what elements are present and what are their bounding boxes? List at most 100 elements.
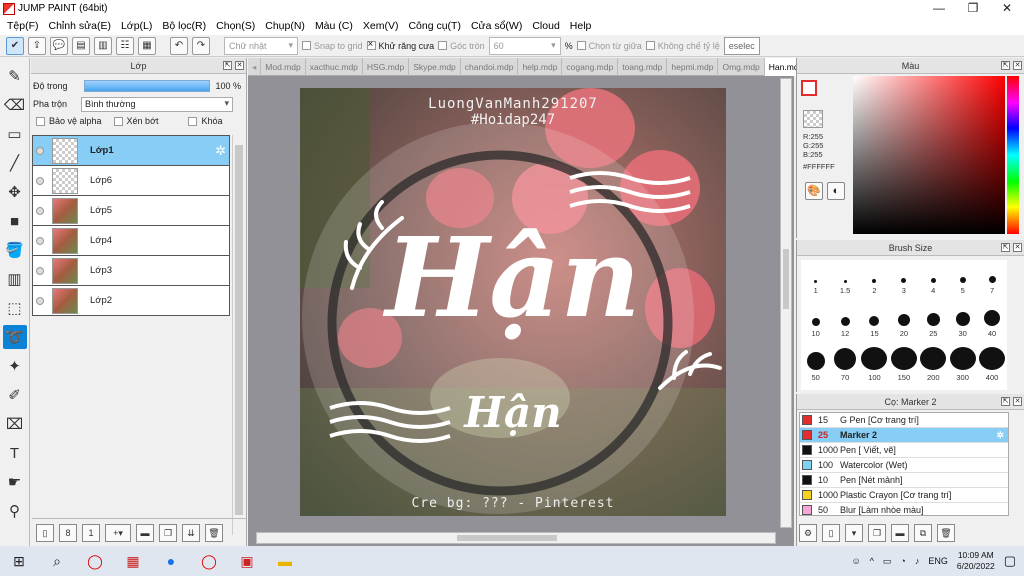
app-icon[interactable]: ▦ (114, 546, 152, 576)
tab-skype[interactable]: Skype.mdp (409, 57, 461, 76)
brush-size-option[interactable]: 150 (889, 346, 918, 384)
close-panel-icon[interactable]: ✕ (1013, 61, 1022, 70)
brush-item[interactable]: 1000 Plastic Crayon [Cơ trang trí] (800, 488, 1008, 503)
palette-settings-icon[interactable]: ◐ (827, 182, 845, 200)
canvas-horizontal-scrollbar[interactable] (256, 532, 776, 544)
eyedropper-tool-icon[interactable]: ⚲ (3, 499, 27, 523)
maximize-button[interactable]: ❐ (956, 0, 990, 17)
bucket-tool-icon[interactable]: 🪣 (3, 238, 27, 262)
layer-row[interactable]: Lớp6 (33, 166, 229, 196)
constrain-ratio-checkbox[interactable]: Không chế tỷ lệ (645, 41, 720, 51)
visibility-icon[interactable] (36, 236, 44, 245)
scrollbar-thumb[interactable] (235, 145, 243, 515)
line-tool-icon[interactable]: ╱ (3, 151, 27, 175)
shape-dropdown[interactable]: Chữ nhật ▾ (224, 36, 298, 55)
clip-checkbox[interactable] (113, 116, 123, 126)
artwork-canvas[interactable]: LuongVanManh291207 #Hoidap247 Hận Hận Cr… (300, 88, 726, 516)
network-icon[interactable]: ◔ (900, 556, 905, 566)
search-icon[interactable]: ⌕ (38, 546, 76, 576)
float-panel-icon[interactable]: ⇱ (223, 61, 232, 70)
trash-icon[interactable]: 🗑 (205, 523, 223, 542)
brush-size-option[interactable]: 15 (860, 303, 889, 340)
brush-copy-icon[interactable]: ❐ (868, 524, 886, 542)
tab-toang[interactable]: toang.mdp (618, 57, 668, 76)
folder-icon[interactable]: ▬ (136, 523, 154, 542)
redo-icon[interactable]: ↷ (192, 36, 210, 55)
brush-item[interactable]: 15 G Pen [Cơ trang trí] (800, 413, 1008, 428)
brush-size-option[interactable]: 30 (948, 303, 977, 340)
scrollbar-thumb[interactable] (783, 249, 789, 309)
brush-settings-icon[interactable]: ⚙ (799, 524, 817, 542)
fill-rect-tool-icon[interactable]: ■ (3, 209, 27, 233)
tab-hsg[interactable]: HSG.mdp (363, 57, 410, 76)
new-layer-8bit-icon[interactable]: 8 (59, 523, 77, 542)
close-panel-icon[interactable]: ✕ (235, 61, 244, 70)
battery-icon[interactable]: ▭ (883, 556, 892, 567)
select-eraser-tool-icon[interactable]: ⌧ (3, 412, 27, 436)
brush-size-option[interactable]: 40 (977, 303, 1006, 340)
lasso-tool-icon[interactable]: ➰ (2, 325, 27, 349)
brush-size-option[interactable]: 5 (948, 260, 977, 297)
brush-size-option[interactable]: 4 (919, 260, 948, 297)
layer-row[interactable]: Lớp5 (33, 196, 229, 226)
add-layer-menu-icon[interactable]: +▾ (105, 523, 131, 542)
windows-start-icon[interactable]: ⊞ (0, 546, 38, 576)
protect-alpha-checkbox[interactable] (36, 116, 45, 126)
tab-chandoi[interactable]: chandoi.mdp (461, 57, 519, 76)
menu-layer[interactable]: Lớp(L) (116, 20, 157, 32)
rectangle-tool-icon[interactable]: ▭ (3, 122, 27, 146)
chevron-up-icon[interactable]: ^ (870, 556, 874, 566)
new-layer-1bit-icon[interactable]: 1 (82, 523, 100, 542)
brush-size-option[interactable]: 3 (889, 260, 918, 297)
close-panel-icon[interactable]: ✕ (1013, 397, 1022, 406)
visibility-icon[interactable] (36, 206, 44, 215)
menu-color[interactable]: Màu (C) (310, 20, 358, 32)
file-explorer-icon[interactable]: ▬ (266, 546, 304, 576)
menu-edit[interactable]: Chỉnh sửa(E) (44, 20, 116, 32)
duplicate-layer-icon[interactable]: ❐ (159, 523, 177, 542)
list-icon[interactable]: ☷ (116, 36, 134, 55)
magic-wand-tool-icon[interactable]: ✦ (3, 354, 27, 378)
text-tool-icon[interactable]: T (3, 441, 27, 465)
saturation-value-picker[interactable] (853, 76, 1005, 234)
lock-checkbox[interactable] (188, 116, 198, 126)
brush-item[interactable]: 10 Pen [Nét mảnh] (800, 473, 1008, 488)
brush-size-option[interactable]: 20 (889, 303, 918, 340)
hand-tool-icon[interactable]: ☛ (3, 470, 27, 494)
menu-help[interactable]: Help (565, 20, 597, 32)
notification-icon[interactable]: ▢ (1004, 553, 1016, 569)
layer-row[interactable]: Lớp1 ✲ (33, 136, 229, 166)
menu-cloud[interactable]: Cloud (527, 20, 564, 32)
select-from-center-checkbox[interactable]: Chọn từ giữa (576, 41, 642, 51)
scrollbar-thumb[interactable] (457, 535, 557, 541)
brush-size-option[interactable]: 12 (830, 303, 859, 340)
gear-icon[interactable]: ✲ (215, 143, 226, 159)
eraser-tool-icon[interactable]: ⌫ (3, 93, 27, 117)
layer-row[interactable]: Lớp3 (33, 256, 229, 286)
menu-file[interactable]: Tệp(F) (2, 20, 44, 32)
menu-select[interactable]: Chọn(S) (211, 20, 260, 32)
opacity-slider[interactable] (83, 80, 210, 92)
export-icon[interactable]: ⇪ (28, 36, 46, 55)
select-rect-tool-icon[interactable]: ⬚ (3, 296, 27, 320)
new-layer-icon[interactable]: ▯ (36, 523, 54, 542)
close-panel-icon[interactable]: ✕ (1013, 243, 1022, 252)
duplicate-icon[interactable]: ⧉ (914, 524, 932, 542)
language-indicator[interactable]: ENG (928, 556, 948, 566)
brush-size-option[interactable]: 400 (977, 346, 1006, 384)
menu-capture[interactable]: Chụp(N) (260, 20, 310, 32)
undo-icon[interactable]: ↶ (170, 36, 188, 55)
layer-row[interactable]: Lớp4 (33, 226, 229, 256)
layer-scrollbar[interactable] (232, 135, 244, 535)
brush-size-option[interactable]: 1 (801, 260, 830, 297)
visibility-icon[interactable] (36, 176, 44, 185)
brush-size-option[interactable]: 50 (801, 347, 830, 384)
grid-icon[interactable]: ▦ (138, 36, 156, 55)
blend-mode-select[interactable]: Bình thường (81, 96, 234, 112)
brush-size-option[interactable]: 7 (977, 260, 1006, 297)
antialias-checkbox[interactable]: Khử răng cưa (366, 39, 434, 51)
new-brush-icon[interactable]: ▯ (822, 524, 840, 542)
gradient-tool-icon[interactable]: ▥ (3, 267, 27, 291)
tab-hepmi[interactable]: hepmi.mdp (667, 57, 719, 76)
opera-gx-icon[interactable]: ◯ (190, 546, 228, 576)
